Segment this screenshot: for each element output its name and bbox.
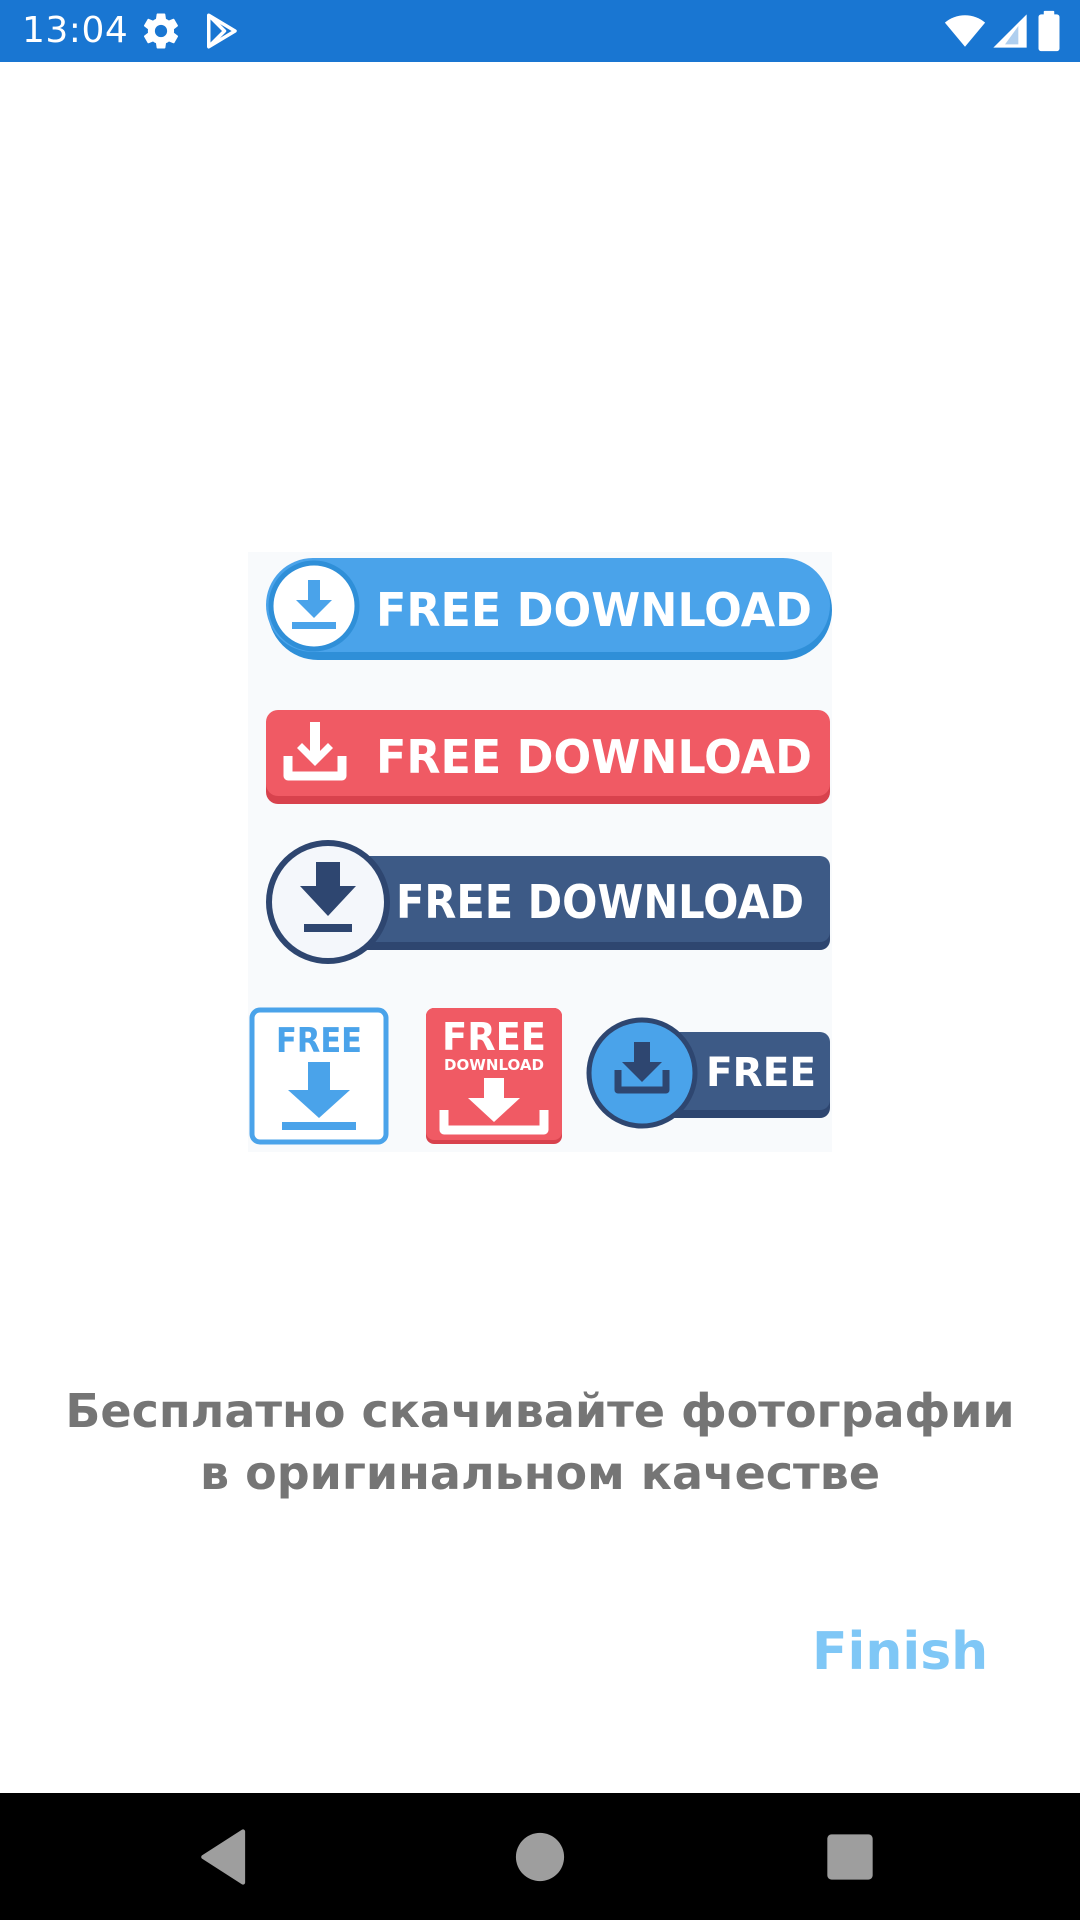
signal-icon bbox=[990, 10, 1030, 52]
battery-icon bbox=[1036, 10, 1062, 52]
status-time: 13:04 bbox=[22, 10, 129, 51]
finish-button[interactable]: Finish bbox=[800, 1614, 1000, 1690]
free-badge-blue: FREE bbox=[249, 1007, 389, 1145]
home-icon[interactable] bbox=[506, 1823, 574, 1891]
badge-sublabel: DOWNLOAD bbox=[444, 1056, 544, 1074]
wifi-icon bbox=[942, 10, 988, 52]
onboarding-illustration: FREE DOWNLOAD FREE DOWNLOAD FREE DOWNLOA… bbox=[248, 552, 832, 1152]
recents-icon[interactable] bbox=[816, 1823, 884, 1891]
free-badge-navy: FREE bbox=[586, 1017, 830, 1129]
button-label: FREE DOWNLOAD bbox=[376, 730, 812, 784]
settings-icon bbox=[140, 10, 182, 52]
back-icon[interactable] bbox=[192, 1823, 260, 1891]
free-download-button-navy: FREE DOWNLOAD bbox=[266, 840, 830, 964]
badge-label: FREE bbox=[276, 1021, 362, 1061]
play-store-icon bbox=[200, 10, 242, 52]
navigation-bar bbox=[0, 1793, 1080, 1920]
free-download-button-blue: FREE DOWNLOAD bbox=[266, 558, 832, 660]
button-label: FREE DOWNLOAD bbox=[396, 875, 804, 929]
free-download-badge-red: FREE DOWNLOAD bbox=[426, 1008, 562, 1144]
onboarding-caption: Бесплатно скачивайте фотографии в оригин… bbox=[65, 1384, 1015, 1500]
badge-label: FREE bbox=[442, 1015, 546, 1059]
badge-label: FREE bbox=[706, 1050, 816, 1096]
onboarding-screen: 13:04 FREE DOWNLOAD FREE DOWNLOAD FREE D… bbox=[0, 0, 1080, 1920]
free-download-button-red: FREE DOWNLOAD bbox=[266, 710, 830, 804]
status-bar: 13:04 bbox=[0, 0, 1080, 62]
button-label: FREE DOWNLOAD bbox=[376, 583, 812, 637]
